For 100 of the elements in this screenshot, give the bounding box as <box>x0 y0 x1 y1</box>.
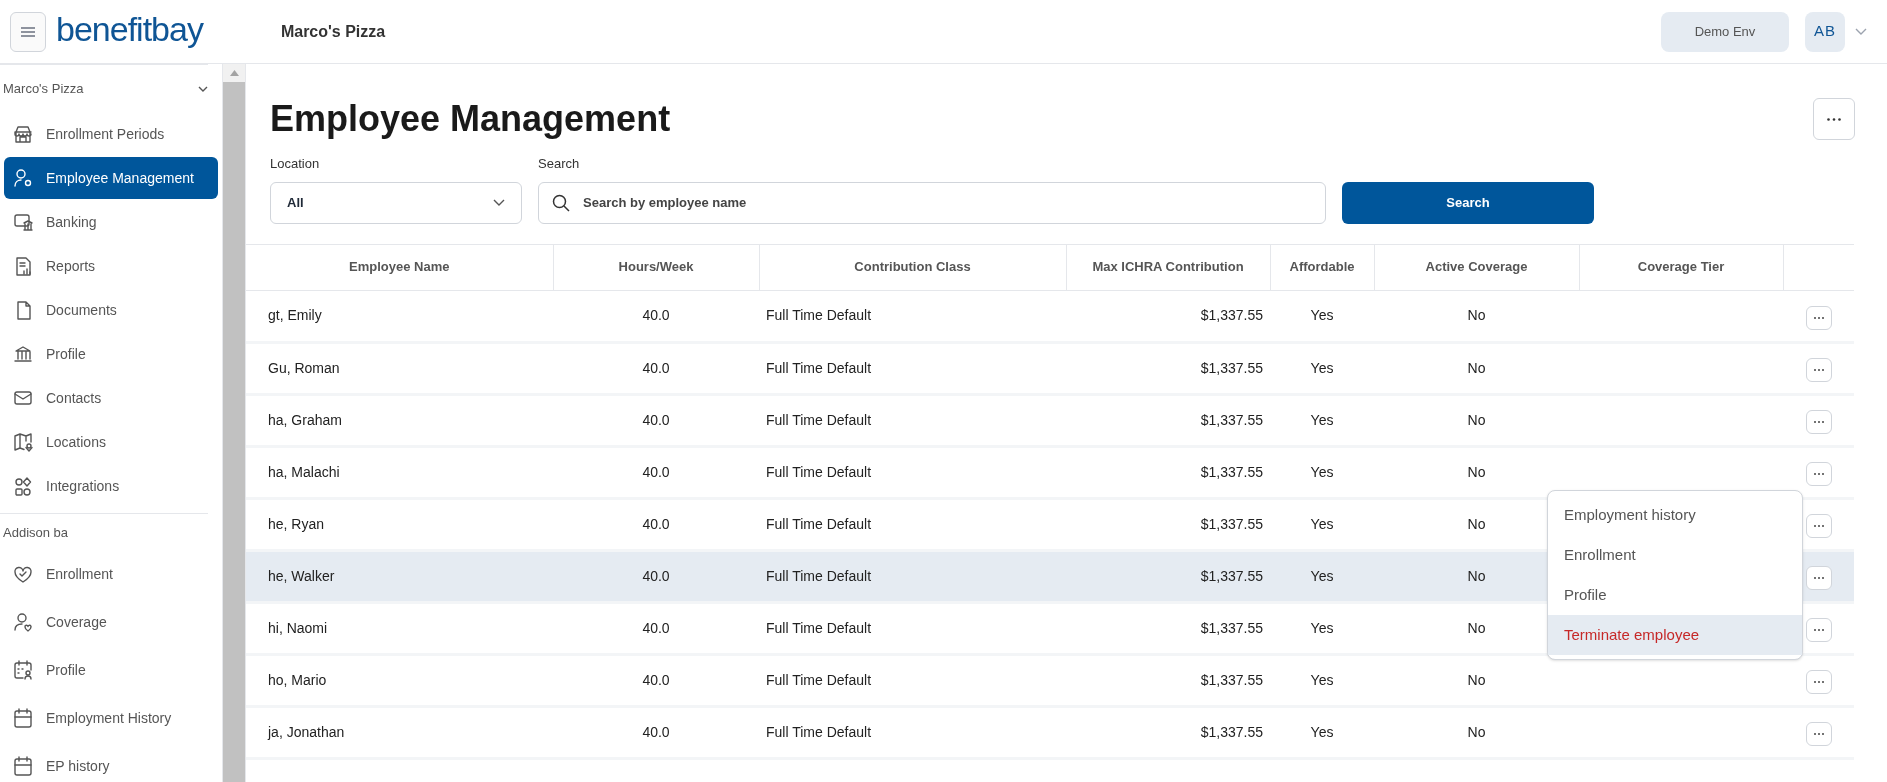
location-dropdown[interactable]: All <box>270 181 522 224</box>
row-actions-button[interactable] <box>1805 358 1832 382</box>
table-cell: Gu, Roman <box>268 359 340 376</box>
bank-icon <box>12 343 34 365</box>
table-cell: $1,337.55 <box>1200 619 1263 636</box>
menu-icon <box>21 26 35 37</box>
user-gear-icon <box>12 167 34 189</box>
row-actions-button[interactable] <box>1805 566 1832 590</box>
table-row[interactable]: ja, Jonathan 40.0 Full Time Default $1,337.55 Yes No <box>246 706 1854 758</box>
table-cell: Yes <box>1310 515 1334 532</box>
table-cell: $1,337.55 <box>1200 463 1263 480</box>
table-cell: $1,337.55 <box>1200 567 1263 584</box>
table-cell: Full Time Default <box>766 463 872 480</box>
more-options-button[interactable] <box>1813 98 1855 140</box>
monitor-bank-icon <box>12 211 34 233</box>
logo[interactable]: benefitbay <box>56 11 203 52</box>
table-cell: Yes <box>1310 671 1334 688</box>
section-title: Addison ba <box>3 524 69 543</box>
table-cell: ja, Jonathan <box>268 723 345 740</box>
table-cell: $1,337.55 <box>1200 359 1263 376</box>
row-actions-button[interactable] <box>1805 722 1832 746</box>
row-actions-button[interactable] <box>1805 305 1832 330</box>
row-actions-button[interactable] <box>1805 410 1832 434</box>
table-cell: 40.0 <box>642 567 670 584</box>
column-header: Affordable <box>1289 259 1355 275</box>
row-actions-button[interactable] <box>1805 670 1832 694</box>
table-cell: No <box>1467 463 1486 480</box>
table-cell: Full Time Default <box>766 619 872 636</box>
row-actions-button[interactable] <box>1805 514 1832 538</box>
sidebar-item[interactable]: Employee Management <box>4 157 218 199</box>
row-actions-button[interactable] <box>1805 462 1832 486</box>
sidebar-item[interactable]: Coverage <box>4 600 218 644</box>
table-cell: ho, Mario <box>268 671 327 688</box>
menu-button[interactable] <box>10 11 46 52</box>
column-header: Hours/Week <box>618 259 694 275</box>
table-cell: Full Time Default <box>766 307 872 323</box>
sidebar-item[interactable]: Locations <box>4 421 218 463</box>
table-row[interactable]: ha, Graham 40.0 Full Time Default $1,337.55 Yes No <box>246 394 1854 446</box>
table-cell: Full Time Default <box>766 723 872 740</box>
table-cell: No <box>1467 359 1486 376</box>
sidebar-item[interactable]: Profile <box>4 333 218 375</box>
more-icon <box>1827 117 1841 121</box>
table-cell: hi, Naomi <box>268 619 328 636</box>
scrollbar[interactable] <box>222 64 246 782</box>
table-cell: Yes <box>1310 619 1334 636</box>
table-row[interactable]: ho, Mario 40.0 Full Time Default $1,337.55 Yes No <box>246 654 1854 706</box>
table-row[interactable]: gt, Emily 40.0 Full Time Default $1,337.55 Yes No <box>246 290 1854 342</box>
sidebar-item[interactable]: Enrollment Periods <box>4 113 218 155</box>
table-cell: Full Time Default <box>766 411 872 428</box>
sidebar-item[interactable]: Documents <box>4 289 218 331</box>
row-actions-button[interactable] <box>1805 618 1832 642</box>
table-cell: Full Time Default <box>766 359 872 376</box>
search-button[interactable]: Search <box>1342 181 1594 224</box>
table-cell: ha, Graham <box>268 411 342 428</box>
calendar-icon <box>12 755 34 777</box>
table-row[interactable]: Gu, Roman 40.0 Full Time Default $1,337.55 Yes No <box>246 342 1854 394</box>
sidebar-item[interactable]: Banking <box>4 201 218 243</box>
scroll-up-arrow-icon[interactable] <box>229 70 239 76</box>
table-cell: No <box>1467 671 1486 688</box>
table-cell: No <box>1467 619 1486 636</box>
company-name: Marco's Pizza <box>280 21 386 42</box>
table-cell: he, Walker <box>268 567 335 584</box>
table-cell: he, Ryan <box>268 515 325 532</box>
page-title: Employee Management <box>270 97 671 141</box>
sidebar-item[interactable]: Enrollment <box>4 552 218 596</box>
sidebar-item[interactable]: Employment History <box>4 696 218 740</box>
calendar-user-icon <box>12 659 34 681</box>
column-header: Coverage Tier <box>1637 259 1725 275</box>
search-label: Search <box>538 155 581 173</box>
table-cell: No <box>1467 307 1486 323</box>
table-cell: $1,337.55 <box>1200 723 1263 740</box>
sidebar-item[interactable]: Integrations <box>4 465 218 507</box>
table-cell: 40.0 <box>642 619 670 636</box>
sidebar-item[interactable]: Profile <box>4 648 218 692</box>
sidebar-item[interactable]: EP history <box>4 744 218 782</box>
sidebar-item[interactable]: Reports <box>4 245 218 287</box>
table-cell: 40.0 <box>642 307 670 323</box>
table-cell: $1,337.55 <box>1200 307 1263 323</box>
table-cell: Yes <box>1310 411 1334 428</box>
table-cell: gt, Emily <box>268 307 322 323</box>
table-cell: Full Time Default <box>766 515 872 532</box>
table-cell: 40.0 <box>642 723 670 740</box>
menu-item[interactable]: Terminate employee <box>1548 615 1802 655</box>
table-cell: $1,337.55 <box>1200 411 1263 428</box>
table-row[interactable]: ha, Malachi 40.0 Full Time Default $1,337.55 Yes No <box>246 446 1854 498</box>
menu-item[interactable]: Employment history <box>1548 495 1802 535</box>
table-cell: Full Time Default <box>766 671 872 688</box>
chevron-down-icon[interactable] <box>198 85 208 93</box>
table-cell: No <box>1467 515 1486 532</box>
search-field[interactable]: Search by employee name <box>538 181 1326 224</box>
table-cell: No <box>1467 411 1486 428</box>
sidebar-item[interactable]: Contacts <box>4 377 218 419</box>
table-cell: 40.0 <box>642 463 670 480</box>
integrations-icon <box>12 475 34 497</box>
table-cell: Yes <box>1310 307 1334 323</box>
table-cell: No <box>1467 723 1486 740</box>
environment-button[interactable]: Demo Env <box>1661 11 1789 52</box>
map-pin-icon <box>12 431 34 453</box>
user-avatar[interactable]: AB <box>1805 11 1845 52</box>
table-cell: Full Time Default <box>766 567 872 584</box>
